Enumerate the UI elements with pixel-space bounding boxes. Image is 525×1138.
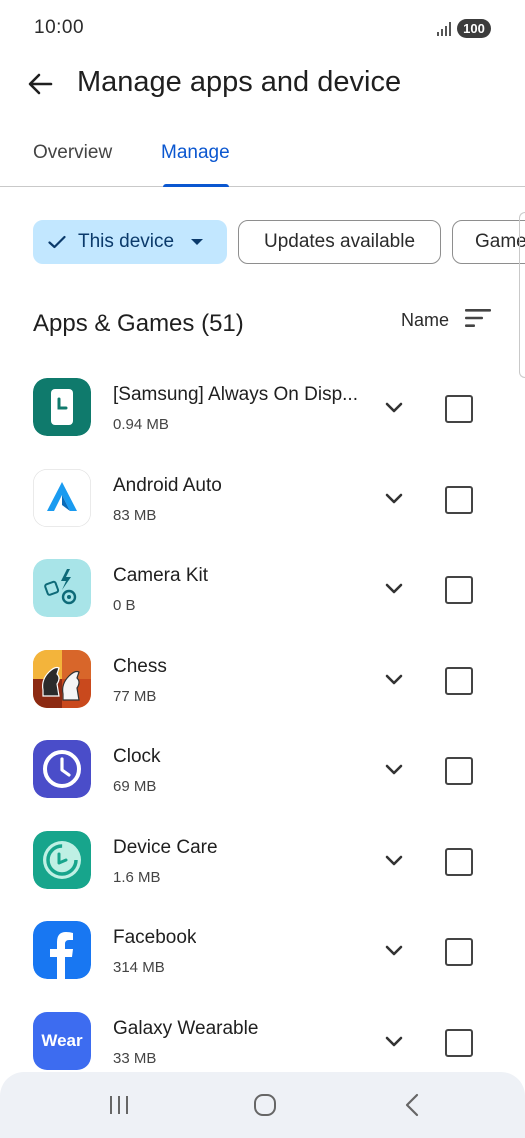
wear-logo-text: Wear — [41, 1030, 83, 1050]
camera-kit-icon — [33, 559, 91, 617]
app-row[interactable]: Facebook 314 MB — [0, 907, 525, 998]
app-name: Facebook — [113, 927, 197, 948]
chevron-down-icon[interactable] — [380, 575, 408, 603]
app-size: 1.6 MB — [113, 868, 161, 886]
app-row[interactable]: [Samsung] Always On Disp... 0.94 MB — [0, 364, 525, 455]
tab-overview[interactable]: Overview — [33, 142, 112, 164]
app-name: Device Care — [113, 836, 218, 858]
status-time: 10:00 — [34, 17, 85, 38]
section-title: Apps & Games (51) — [33, 310, 244, 337]
chip-label: Updates available — [263, 231, 416, 252]
sort-button[interactable]: Name — [401, 308, 491, 333]
app-name: Clock — [113, 746, 161, 767]
select-checkbox[interactable] — [445, 938, 473, 966]
filter-chips: This device Updates available Game — [0, 220, 525, 266]
app-row[interactable]: Chess 77 MB — [0, 636, 525, 727]
signal-icon — [437, 22, 453, 36]
page-title: Manage apps and device — [77, 66, 402, 98]
top-app-bar: Manage apps and device — [0, 56, 525, 116]
chevron-down-icon[interactable] — [380, 847, 408, 875]
select-checkbox[interactable] — [445, 485, 473, 514]
select-checkbox[interactable] — [445, 757, 473, 785]
select-checkbox[interactable] — [445, 576, 473, 604]
home-icon[interactable] — [250, 1092, 280, 1118]
check-icon — [48, 235, 66, 249]
nav-back-icon[interactable] — [397, 1092, 427, 1118]
app-size: 0 B — [113, 597, 136, 614]
clock-icon — [33, 740, 91, 798]
tab-manage[interactable]: Manage — [161, 142, 230, 164]
system-nav-bar — [0, 1072, 525, 1138]
status-bar: 10:00 100 — [0, 0, 525, 56]
app-row[interactable]: Clock 69 MB — [0, 726, 525, 817]
chevron-down-icon[interactable] — [380, 756, 408, 784]
app-list: [Samsung] Always On Disp... 0.94 MB Andr… — [0, 364, 525, 1088]
app-name: Chess — [113, 655, 167, 677]
app-row[interactable]: Camera Kit 0 B — [0, 545, 525, 636]
chevron-down-icon[interactable] — [380, 666, 408, 694]
always-on-display-icon — [33, 378, 91, 436]
chevron-down-icon[interactable] — [380, 937, 408, 965]
app-name: Galaxy Wearable — [113, 1017, 259, 1039]
tab-indicator — [163, 184, 229, 187]
sort-icon — [465, 308, 491, 333]
app-name: Android Auto — [113, 474, 222, 496]
galaxy-wearable-icon: Wear — [33, 1011, 91, 1070]
scroll-handle[interactable] — [519, 212, 525, 378]
app-size: 83 MB — [113, 506, 157, 524]
app-row[interactable]: Android Auto 83 MB — [0, 455, 525, 546]
app-size: 77 MB — [113, 687, 157, 705]
facebook-icon — [33, 921, 91, 979]
select-checkbox[interactable] — [445, 847, 473, 876]
chevron-down-icon[interactable] — [380, 394, 408, 422]
sort-label: Name — [400, 310, 449, 330]
app-name: Camera Kit — [113, 565, 209, 586]
chess-icon — [33, 649, 91, 708]
dropdown-caret-icon — [190, 238, 204, 246]
chip-label: Game — [475, 231, 525, 252]
battery-icon: 100 — [457, 19, 491, 38]
app-size: 314 MB — [113, 959, 165, 976]
chevron-down-icon[interactable] — [380, 485, 408, 513]
app-size: 69 MB — [113, 778, 157, 795]
app-size: 0.94 MB — [113, 416, 169, 433]
select-checkbox[interactable] — [445, 395, 473, 423]
tab-bar: Overview Manage — [0, 130, 525, 187]
device-care-icon — [33, 830, 91, 889]
back-arrow-icon[interactable] — [20, 64, 60, 104]
app-size: 33 MB — [113, 1049, 157, 1067]
chip-games[interactable]: Game — [452, 220, 525, 264]
chevron-down-icon[interactable] — [380, 1028, 408, 1056]
android-auto-icon — [33, 468, 91, 527]
chip-this-device[interactable]: This device — [33, 220, 227, 264]
select-checkbox[interactable] — [445, 666, 473, 695]
chip-label: This device — [78, 231, 175, 252]
recents-icon[interactable] — [104, 1092, 134, 1118]
app-name: [Samsung] Always On Disp... — [113, 384, 358, 405]
app-row[interactable]: Device Care 1.6 MB — [0, 817, 525, 908]
select-checkbox[interactable] — [445, 1028, 473, 1057]
chip-updates-available[interactable]: Updates available — [238, 220, 441, 264]
